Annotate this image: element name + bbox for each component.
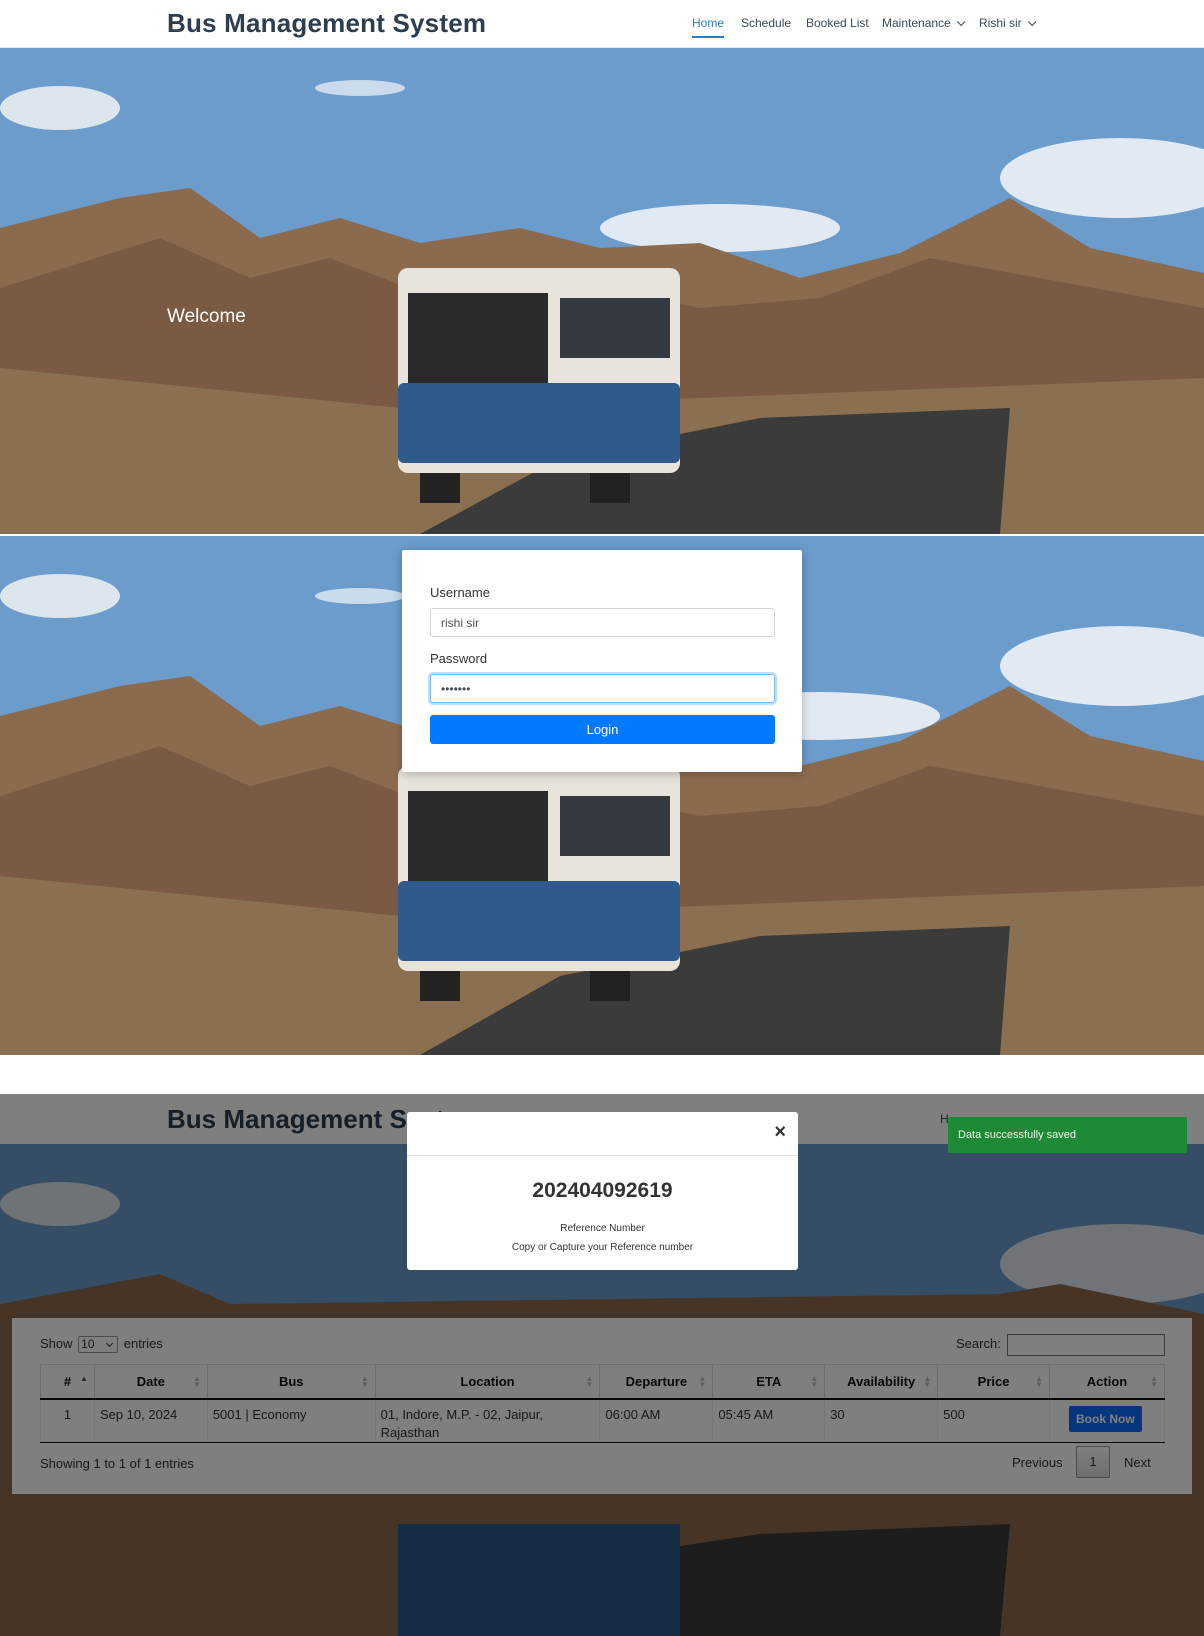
reference-number: 202404092619 (532, 1179, 673, 1202)
reference-hint: Copy or Capture your Reference number (511, 1242, 694, 1253)
nav-home[interactable]: Home (692, 16, 725, 38)
top-navbar: Bus Management System Home Schedule Book… (0, 0, 1204, 48)
schedule-screen: Bus Management System H Show 10 entries … (0, 1094, 1204, 1636)
nav-user-menu[interactable]: Rishi sir (979, 16, 1037, 30)
reference-modal: × 202404092619 Reference Number Copy or … (407, 1112, 798, 1270)
username-label: Username (430, 585, 490, 600)
chevron-down-icon (1027, 17, 1037, 27)
password-field[interactable]: ••••••• (430, 674, 775, 703)
nav-maintenance[interactable]: Maintenance (882, 16, 966, 30)
reference-label: Reference Number (560, 1223, 645, 1234)
success-toast[interactable]: Data successfully saved (948, 1117, 1187, 1153)
password-label: Password (430, 651, 488, 666)
mountain-road-image (0, 48, 1204, 534)
modal-header: × (407, 1112, 798, 1156)
nav-maintenance-label: Maintenance (882, 16, 951, 30)
close-icon[interactable]: × (774, 1122, 786, 1142)
nav-booked-list[interactable]: Booked List (806, 16, 869, 30)
login-button[interactable]: Login (430, 715, 775, 744)
welcome-heading: Welcome (167, 306, 246, 327)
nav-user-label: Rishi sir (979, 16, 1022, 30)
username-field[interactable]: rishi sir (430, 608, 775, 637)
chevron-down-icon (956, 17, 966, 27)
nav-schedule[interactable]: Schedule (741, 16, 791, 30)
brand-title[interactable]: Bus Management System (167, 8, 486, 39)
hero-banner: Welcome (0, 48, 1204, 534)
page: Bus Management System Home Schedule Book… (0, 0, 1204, 1636)
login-form: Username rishi sir Password ••••••• Logi… (402, 550, 802, 772)
